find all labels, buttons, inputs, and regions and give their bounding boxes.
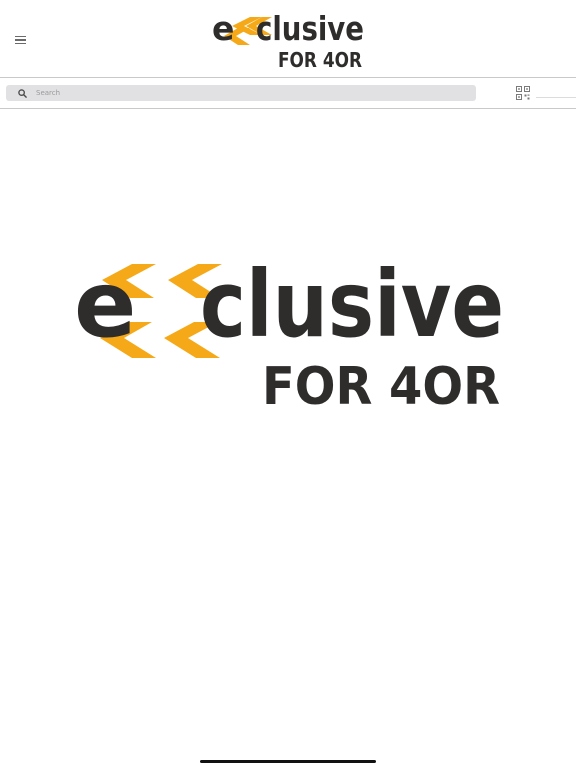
logo-wordmark: clusive xyxy=(256,9,364,48)
search-icon xyxy=(14,85,30,101)
toolbar-divider xyxy=(536,97,576,98)
hero-logo-letter-e: e xyxy=(74,258,136,358)
app-screen: e clusive FOR 4OR exclusive Search e clu… xyxy=(0,0,576,768)
hero-logo: e clusive FOR 4OR exclusive xyxy=(74,258,504,414)
search-input[interactable] xyxy=(36,86,456,100)
logo-full-word: exclusive xyxy=(210,6,215,7)
home-indicator[interactable] xyxy=(200,760,376,763)
logo-subline: FOR 4OR xyxy=(278,48,362,72)
top-header: e clusive FOR 4OR exclusive xyxy=(0,0,576,78)
logo-letter-e: e xyxy=(212,9,234,48)
qr-code-icon[interactable] xyxy=(516,85,530,100)
header-logo[interactable]: e clusive FOR 4OR exclusive xyxy=(210,6,366,72)
hamburger-menu-icon[interactable] xyxy=(12,32,30,48)
hero-logo-wordmark: clusive xyxy=(200,258,504,358)
search-field[interactable] xyxy=(6,85,476,101)
search-bar xyxy=(0,78,576,109)
hero-logo-subline: FOR 4OR xyxy=(262,357,500,414)
